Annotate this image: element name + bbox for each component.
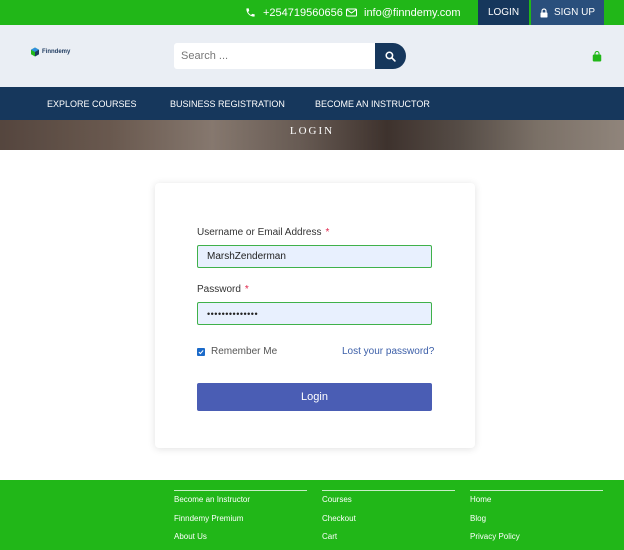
phone-contact[interactable]: +254719560656 <box>245 0 343 25</box>
top-login-label: LOGIN <box>487 7 520 18</box>
shopping-bag-icon <box>592 50 602 62</box>
password-field[interactable]: •••••••••••••• <box>197 302 432 325</box>
email-address: info@finndemy.com <box>364 6 461 19</box>
search-input[interactable] <box>174 43 375 69</box>
footer-column-3: Home Blog Privacy Policy <box>470 490 603 547</box>
login-card: Username or Email Address* Password* •••… <box>155 183 475 448</box>
username-label-text: Username or Email Address <box>197 227 322 238</box>
footer-link-courses[interactable]: Courses <box>322 491 455 510</box>
footer-link-home[interactable]: Home <box>470 491 603 510</box>
top-bar: +254719560656 info@finndemy.com LOGIN SI… <box>0 0 624 25</box>
search-icon <box>385 50 396 62</box>
footer-link-become-instructor[interactable]: Become an Instructor <box>174 491 307 510</box>
remember-me-label: Remember Me <box>211 346 278 357</box>
remember-me[interactable]: Remember Me <box>197 346 277 357</box>
password-value: •••••••••••••• <box>207 308 259 319</box>
footer-link-blog[interactable]: Blog <box>470 510 603 529</box>
login-button[interactable]: Login <box>197 383 432 411</box>
main-navigation: EXPLORE COURSES BUSINESS REGISTRATION BE… <box>0 87 624 120</box>
password-label: Password * <box>197 284 249 295</box>
site-footer: Become an Instructor Finndemy Premium Ab… <box>0 480 624 550</box>
envelope-icon <box>346 8 357 17</box>
footer-link-checkout[interactable]: Checkout <box>322 510 455 529</box>
footer-link-privacy-policy[interactable]: Privacy Policy <box>470 528 603 547</box>
cart-button[interactable] <box>592 49 602 67</box>
phone-icon <box>246 8 255 17</box>
nav-item-become-instructor[interactable]: BECOME AN INSTRUCTOR <box>315 87 430 120</box>
phone-number: +254719560656 <box>263 6 343 19</box>
lost-password-link[interactable]: Lost your password? <box>342 346 434 357</box>
site-header: Finndemy <box>0 25 624 87</box>
required-marker: * <box>325 227 330 238</box>
search-button[interactable] <box>375 43 406 69</box>
nav-item-business-registration[interactable]: BUSINESS REGISTRATION <box>170 87 285 120</box>
lock-icon <box>540 7 548 17</box>
logo-icon <box>31 47 39 57</box>
email-contact[interactable]: info@finndemy.com <box>346 0 461 25</box>
nav-item-explore-courses[interactable]: EXPLORE COURSES <box>47 87 137 120</box>
top-login-button[interactable]: LOGIN <box>478 0 529 25</box>
site-logo[interactable]: Finndemy <box>30 47 70 57</box>
username-label: Username or Email Address * <box>197 227 329 238</box>
username-field[interactable] <box>197 245 432 268</box>
logo-text: Finndemy <box>42 49 71 55</box>
page-banner: LOGIN <box>0 120 624 150</box>
footer-link-about-us[interactable]: About Us <box>174 528 307 547</box>
password-label-text: Password <box>197 284 241 295</box>
required-marker: * <box>244 284 249 295</box>
footer-link-finndemy-premium[interactable]: Finndemy Premium <box>174 510 307 529</box>
top-signup-button[interactable]: SIGN UP <box>531 0 604 25</box>
footer-column-2: Courses Checkout Cart <box>322 490 455 547</box>
checkbox-checked-icon[interactable] <box>197 347 205 356</box>
footer-link-cart[interactable]: Cart <box>322 528 455 547</box>
top-signup-label: SIGN UP <box>553 7 596 18</box>
page-title: LOGIN <box>289 125 335 137</box>
footer-column-1: Become an Instructor Finndemy Premium Ab… <box>174 490 307 547</box>
